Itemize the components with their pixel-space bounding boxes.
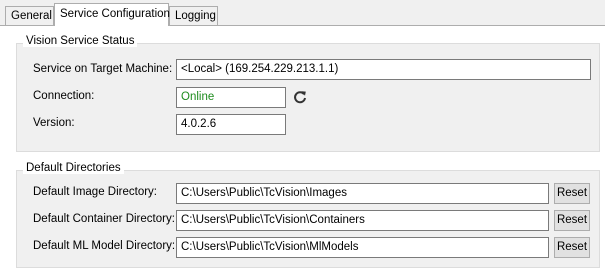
tab-general[interactable]: General [5,6,54,25]
ml-model-directory-input[interactable]: C:\Users\Public\TcVision\MlModels [176,237,549,258]
version-label: Version: [33,117,75,129]
image-directory-input[interactable]: C:\Users\Public\TcVision\Images [176,183,549,204]
version-field: 4.0.2.6 [176,114,286,135]
reset-ml-model-directory-button[interactable]: Reset [554,237,590,258]
tab-service-configuration[interactable]: Service Configuration [54,3,170,26]
service-target-field[interactable]: <Local> (169.254.229.213.1.1) [176,59,591,80]
default-directories-group: Default Directories Default Image Direct… [16,162,600,268]
vision-service-status-group: Vision Service Status Service on Target … [16,35,600,152]
connection-label: Connection: [33,90,95,102]
image-directory-label: Default Image Directory: [33,186,157,198]
container-directory-input[interactable]: C:\Users\Public\TcVision\Containers [176,210,549,231]
connection-status-field: Online [176,87,286,108]
group-title-vision-service-status: Vision Service Status [23,35,138,47]
tab-panel: Vision Service Status Service on Target … [0,25,605,272]
ml-model-directory-label: Default ML Model Directory: [33,240,176,252]
service-label: Service on Target Machine: [33,63,173,75]
refresh-icon[interactable] [293,90,307,104]
reset-image-directory-button[interactable]: Reset [554,183,590,204]
tab-strip: General Service Configuration Logging [0,0,605,26]
container-directory-label: Default Container Directory: [33,213,175,225]
tab-logging[interactable]: Logging [169,6,218,25]
reset-container-directory-button[interactable]: Reset [554,210,590,231]
group-title-default-directories: Default Directories [23,162,124,174]
